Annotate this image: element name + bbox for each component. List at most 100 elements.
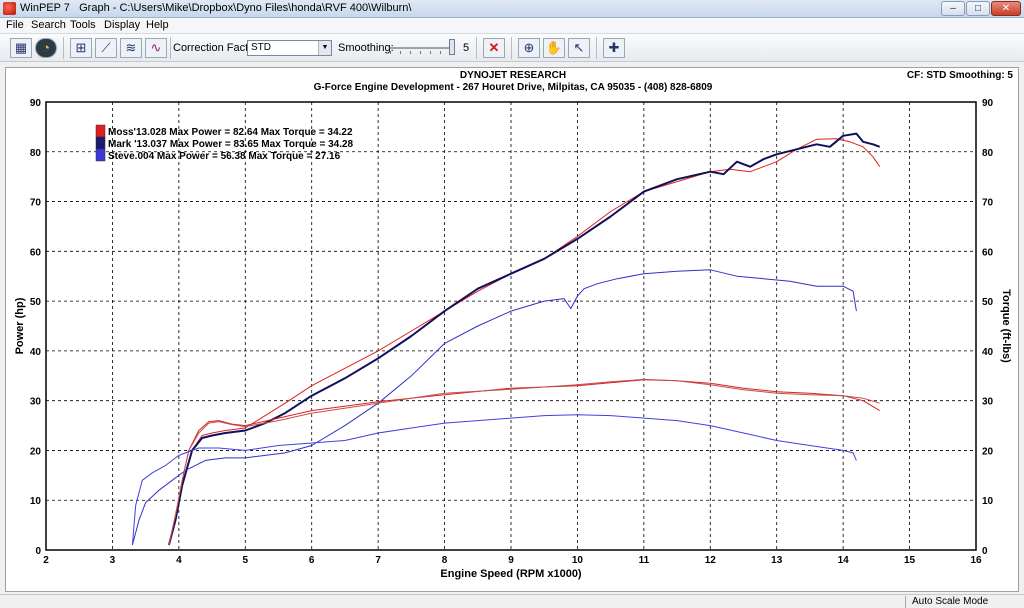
grid-button[interactable]: ▦ bbox=[10, 38, 32, 58]
gauge-icon: ◔ bbox=[42, 40, 50, 55]
y2-tick-label: 0 bbox=[982, 546, 988, 557]
graph-subheader: G-Force Engine Development - 267 Houret … bbox=[314, 82, 713, 93]
legend-entry: Mark '13.037 Max Power = 83.65 Max Torqu… bbox=[108, 139, 354, 150]
crosshair-icon: ✚ bbox=[608, 40, 620, 55]
legend-swatch bbox=[95, 148, 106, 162]
correction-factor-value: STD bbox=[251, 42, 271, 53]
x-tick-label: 15 bbox=[904, 555, 916, 566]
toolbar-separator bbox=[511, 37, 512, 59]
gauge-button[interactable]: ◔ bbox=[35, 38, 57, 58]
y2-tick-label: 30 bbox=[982, 397, 994, 408]
y-tick-label: 0 bbox=[35, 546, 41, 557]
smoothing-slider-thumb[interactable] bbox=[449, 39, 455, 55]
delete-run-icon: ✕ bbox=[488, 40, 500, 55]
dyno-graph-pane[interactable]: DYNOJET RESEARCH G-Force Engine Developm… bbox=[5, 67, 1019, 592]
toolbar-separator bbox=[63, 37, 64, 59]
x-tick-label: 8 bbox=[442, 555, 448, 566]
minimize-button[interactable]: – bbox=[941, 1, 965, 16]
y2-tick-label: 20 bbox=[982, 446, 994, 457]
y-tick-label: 20 bbox=[30, 446, 42, 457]
legend-entry: Steve.004 Max Power = 56.38 Max Torque =… bbox=[108, 151, 341, 162]
toolbar-separator bbox=[596, 37, 597, 59]
smoothing-slider-track[interactable] bbox=[390, 47, 452, 49]
x-tick-label: 13 bbox=[771, 555, 783, 566]
x-tick-label: 3 bbox=[110, 555, 116, 566]
maximize-button[interactable]: □ bbox=[966, 1, 990, 16]
toolbar-separator bbox=[170, 37, 171, 59]
menu-file[interactable]: File bbox=[6, 19, 24, 31]
zoom-icon: ⊕ bbox=[523, 40, 535, 55]
y-tick-label: 50 bbox=[30, 297, 42, 308]
y2-tick-label: 70 bbox=[982, 198, 994, 209]
x-tick-label: 7 bbox=[375, 555, 381, 566]
window-title: WinPEP 7 Graph - C:\Users\Mike\Dropbox\D… bbox=[20, 2, 411, 14]
chevron-down-icon[interactable]: ▼ bbox=[318, 41, 331, 55]
smoothing-label: Smoothing: bbox=[338, 42, 394, 54]
y2-tick-label: 90 bbox=[982, 98, 994, 109]
x-tick-label: 2 bbox=[43, 555, 49, 566]
legend-swatch bbox=[95, 124, 106, 138]
smoothing-value: 5 bbox=[463, 42, 470, 54]
grid-icon: ▦ bbox=[14, 40, 28, 55]
graph-header: DYNOJET RESEARCH bbox=[460, 70, 566, 81]
x-axis-title: Engine Speed (RPM x1000) bbox=[440, 568, 582, 580]
delete-run-button[interactable]: ✕ bbox=[483, 38, 505, 58]
y-tick-label: 90 bbox=[30, 98, 42, 109]
y2-tick-label: 40 bbox=[982, 347, 994, 358]
x-tick-label: 4 bbox=[176, 555, 182, 566]
toolbar: ▦ ◔ ⊞ ⟋ ≋ ∿ Correction Factor: STD ▼ Smo… bbox=[0, 33, 1024, 62]
pan-hand-icon: ✋ bbox=[545, 40, 563, 55]
x-tick-label: 16 bbox=[970, 555, 982, 566]
y2-tick-label: 10 bbox=[982, 496, 994, 507]
graph-button[interactable]: ⟋ bbox=[95, 38, 117, 58]
y-tick-label: 10 bbox=[30, 496, 42, 507]
y2-tick-label: 60 bbox=[982, 247, 994, 258]
status-bar: Auto Scale Mode bbox=[0, 594, 1024, 608]
y-tick-label: 30 bbox=[30, 397, 42, 408]
x-tick-label: 11 bbox=[639, 555, 650, 566]
crosshair-button[interactable]: ✚ bbox=[603, 38, 625, 58]
menu-help[interactable]: Help bbox=[146, 19, 169, 31]
x-tick-label: 6 bbox=[309, 555, 315, 566]
cf-readout: CF: STD Smoothing: 5 bbox=[907, 70, 1014, 81]
pan-hand-button[interactable]: ✋ bbox=[543, 38, 565, 58]
menu-display[interactable]: Display bbox=[104, 19, 140, 31]
x-tick-label: 9 bbox=[508, 555, 514, 566]
toolbar-separator bbox=[476, 37, 477, 59]
menu-bar: File Search Tools Display Help bbox=[0, 18, 1024, 33]
title-bar: WinPEP 7 Graph - C:\Users\Mike\Dropbox\D… bbox=[0, 0, 1024, 18]
y2-tick-label: 50 bbox=[982, 297, 994, 308]
graph-add-button[interactable]: ⊞ bbox=[70, 38, 92, 58]
y2-axis-title: Torque (ft-lbs) bbox=[1000, 289, 1012, 363]
graph-wave-button[interactable]: ∿ bbox=[145, 38, 167, 58]
x-tick-label: 10 bbox=[572, 555, 584, 566]
y-axis-title: Power (hp) bbox=[14, 297, 26, 354]
auto-scale-mode-status: Auto Scale Mode bbox=[905, 596, 1023, 608]
y-tick-label: 40 bbox=[30, 347, 42, 358]
graph-add-icon: ⊞ bbox=[75, 40, 87, 55]
legend-swatch bbox=[95, 136, 106, 150]
cursor-select-icon: ↖ bbox=[573, 40, 585, 55]
app-name: WinPEP 7 bbox=[20, 2, 70, 14]
cursor-select-button[interactable]: ↖ bbox=[568, 38, 590, 58]
y-tick-label: 80 bbox=[30, 148, 42, 159]
y-tick-label: 70 bbox=[30, 198, 42, 209]
x-tick-label: 14 bbox=[838, 555, 850, 566]
x-tick-label: 5 bbox=[243, 555, 249, 566]
graph-wave-icon: ∿ bbox=[150, 40, 162, 55]
correction-factor-select[interactable]: STD ▼ bbox=[247, 40, 332, 56]
graph-compare-icon: ≋ bbox=[125, 40, 137, 55]
x-tick-label: 12 bbox=[705, 555, 717, 566]
menu-tools[interactable]: Tools bbox=[70, 19, 96, 31]
legend-entry: Moss'13.028 Max Power = 82.64 Max Torque… bbox=[108, 127, 353, 138]
close-button[interactable]: ✕ bbox=[991, 1, 1021, 16]
dyno-chart: DYNOJET RESEARCH G-Force Engine Developm… bbox=[14, 70, 1014, 580]
document-title: Graph - C:\Users\Mike\Dropbox\Dyno Files… bbox=[79, 2, 412, 14]
graph-compare-button[interactable]: ≋ bbox=[120, 38, 142, 58]
zoom-button[interactable]: ⊕ bbox=[518, 38, 540, 58]
y-tick-label: 60 bbox=[30, 247, 42, 258]
app-icon bbox=[3, 2, 16, 15]
menu-search[interactable]: Search bbox=[31, 19, 66, 31]
y2-tick-label: 80 bbox=[982, 148, 994, 159]
smoothing-slider-ticks bbox=[390, 51, 452, 54]
